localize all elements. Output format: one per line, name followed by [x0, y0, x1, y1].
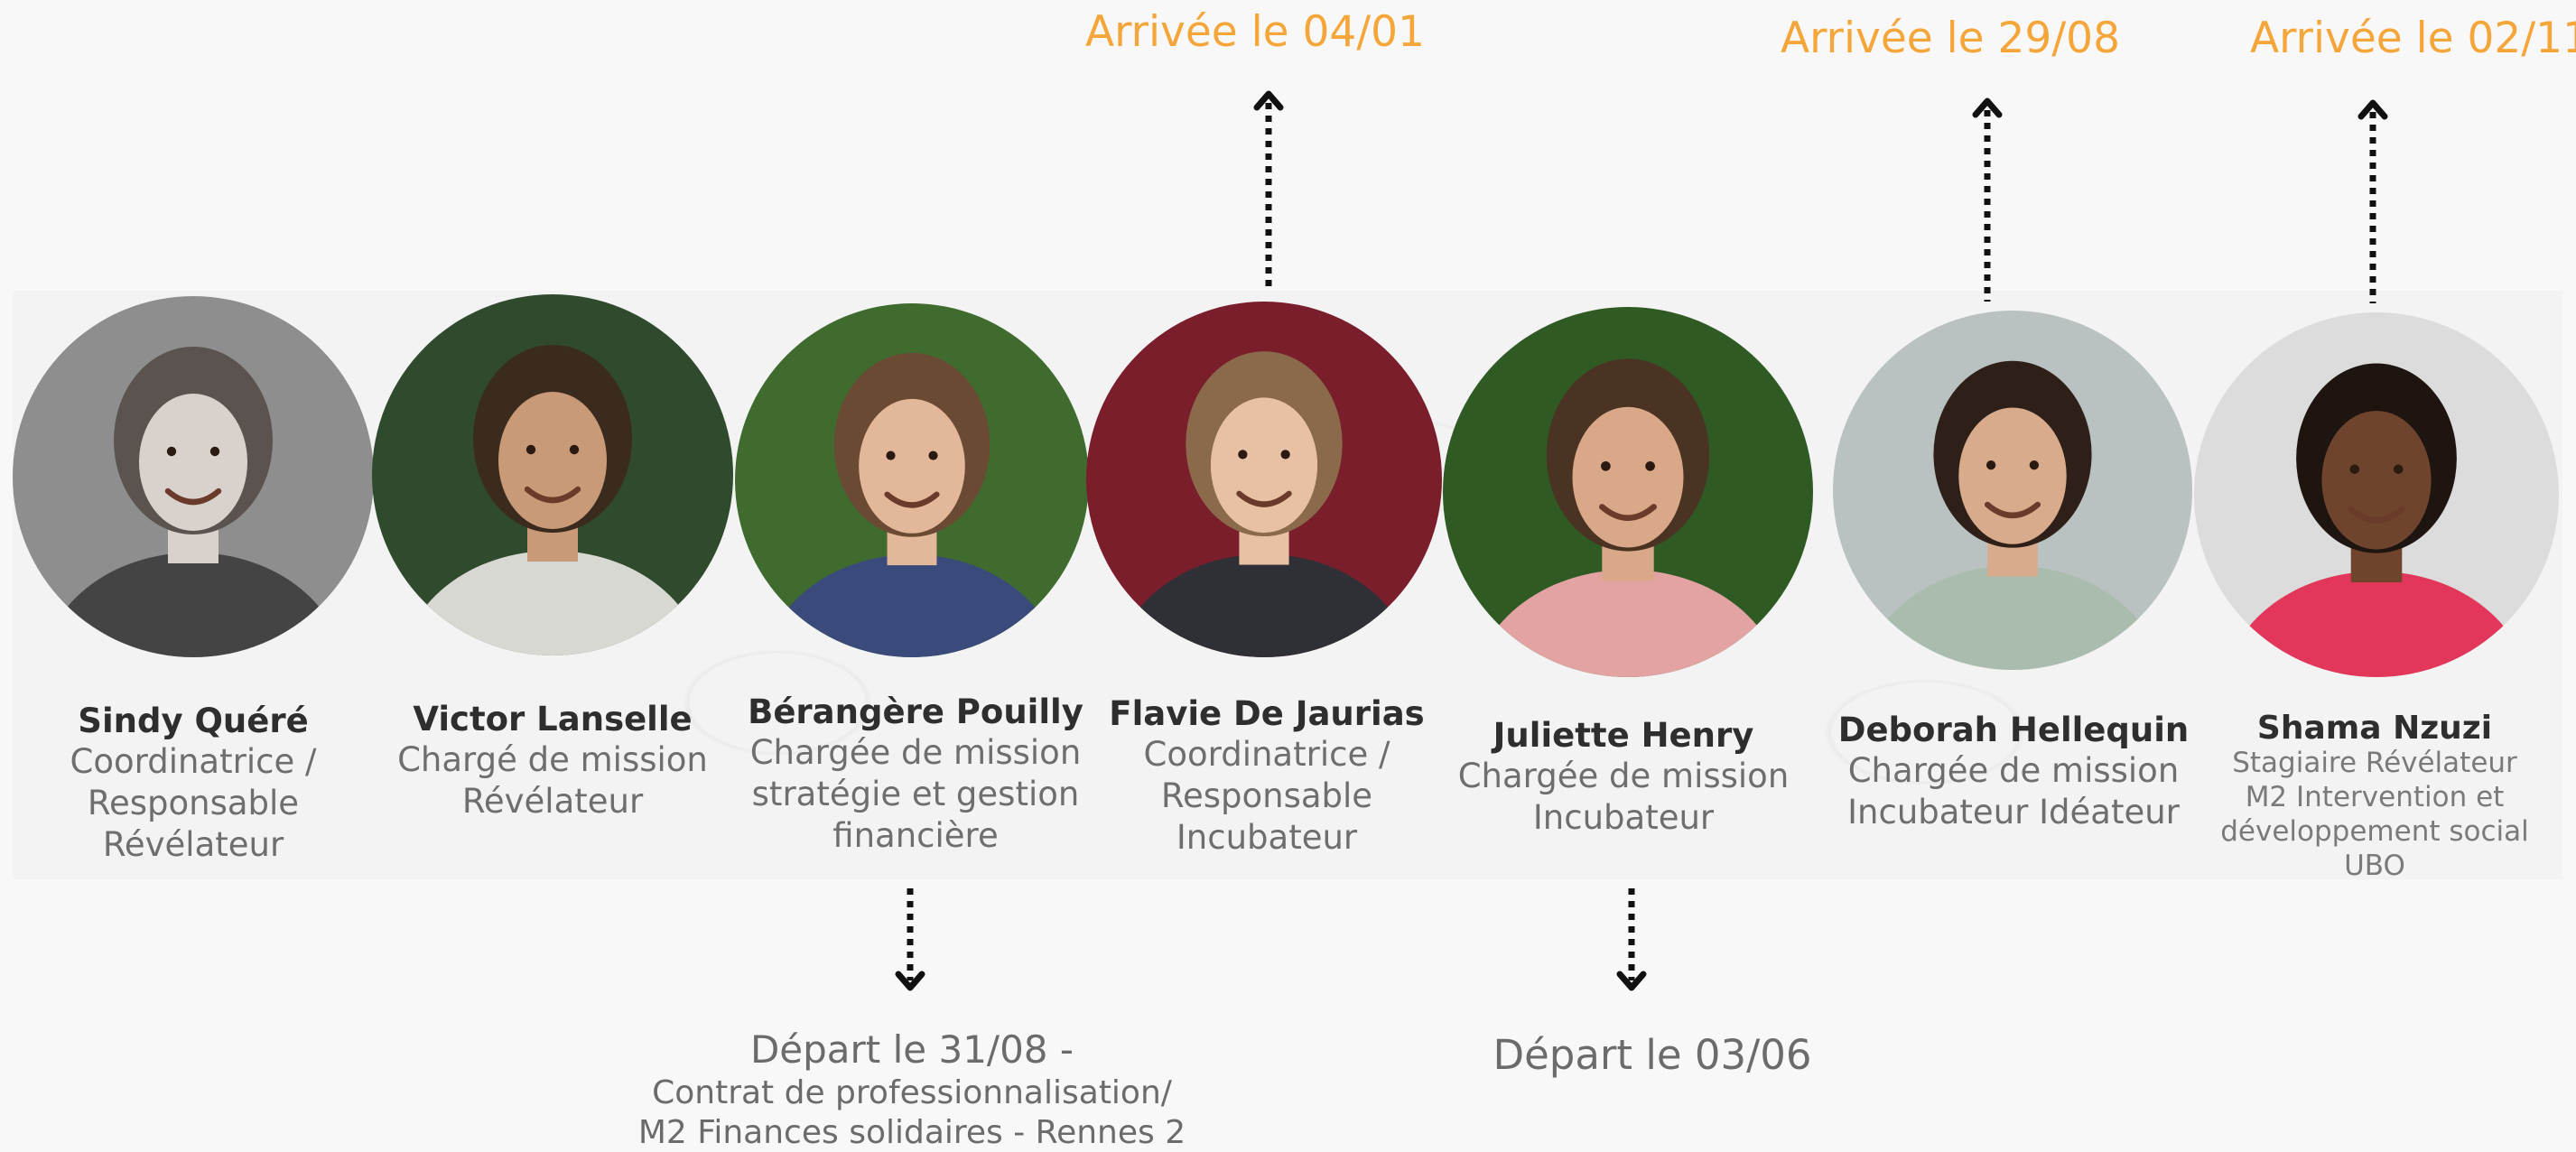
member-role-line: Révélateur — [102, 825, 284, 865]
arrival-arrow-up-icon — [1969, 92, 2005, 302]
departure-arrow-down-icon — [1613, 888, 1650, 997]
portrait-photo — [1443, 307, 1813, 677]
portrait-photo — [1833, 311, 2192, 670]
team-member-sindy: Sindy Quéré Coordinatrice / Responsable … — [13, 296, 374, 866]
arrival-arrow-up-icon — [2355, 94, 2391, 303]
arrival-label-deborah: Arrivée le 29/08 — [1781, 14, 2120, 63]
portrait-illustration — [13, 296, 374, 657]
member-role-line: Coordinatrice / — [70, 741, 317, 781]
portrait-illustration — [1833, 311, 2192, 670]
portrait-illustration — [735, 303, 1089, 657]
team-member-victor: Victor Lanselle Chargé de mission Révéla… — [372, 294, 733, 822]
member-role-line: Incubateur — [1176, 818, 1358, 858]
member-role-line: Chargée de mission — [749, 732, 1082, 772]
team-member-deborah: Deborah Hellequin Chargée de mission Inc… — [1833, 311, 2194, 833]
member-role-line: Chargé de mission — [397, 739, 708, 779]
portrait-photo — [372, 294, 733, 655]
member-role-line: Responsable — [87, 783, 300, 822]
departure-label-juliette: Départ le 03/06 — [1493, 1031, 1812, 1079]
member-name: Bérangère Pouilly — [748, 692, 1083, 731]
departure-label-berangere: Départ le 31/08 - — [749, 1027, 1074, 1072]
arrival-label-shama: Arrivée le 02/11 — [2250, 14, 2576, 63]
team-member-berangere: Bérangère Pouilly Chargée de mission str… — [735, 303, 1096, 857]
portrait-illustration — [1086, 302, 1442, 657]
member-role-line: Chargée de mission — [1847, 750, 2180, 790]
portrait-photo — [2194, 312, 2559, 677]
portrait-photo — [1086, 302, 1442, 657]
member-role-line: Responsable — [1160, 776, 1373, 815]
departure-detail-line: Contrat de professionnalisation/ — [652, 1074, 1172, 1111]
member-name: Deborah Hellequin — [1837, 711, 2190, 749]
member-role-line: stratégie et gestion — [751, 774, 1080, 813]
team-member-shama: Shama Nzuzi Stagiaire Révélateur M2 Inte… — [2194, 312, 2559, 884]
departure-detail-line: M2 Finances solidaires - Rennes 2 — [637, 1114, 1186, 1151]
arrival-label-flavie: Arrivée le 04/01 — [1085, 7, 1425, 57]
member-name: Sindy Quéré — [78, 701, 309, 740]
portrait-illustration — [1443, 307, 1813, 677]
portrait-illustration — [372, 294, 733, 655]
member-role-line: Coordinatrice / — [1143, 734, 1390, 774]
team-member-juliette: Juliette Henry Chargée de mission Incuba… — [1443, 307, 1813, 839]
departure-arrow-down-icon — [892, 888, 928, 997]
member-name: Juliette Henry — [1493, 716, 1754, 755]
member-name: Flavie De Jaurias — [1109, 694, 1425, 733]
member-role-line: Stagiaire Révélateur — [2232, 747, 2517, 780]
portrait-photo — [13, 296, 374, 657]
member-name: Shama Nzuzi — [2256, 710, 2493, 747]
member-role-line: Incubateur Idéateur — [1847, 792, 2180, 831]
member-role-line: développement social — [2220, 815, 2529, 849]
member-role-line: Chargée de mission — [1457, 756, 1790, 795]
member-role-line: financière — [832, 816, 999, 856]
arrival-arrow-up-icon — [1251, 85, 1287, 293]
member-role-line: UBO — [2344, 849, 2405, 882]
portrait-illustration — [2194, 312, 2559, 677]
member-role-line: M2 Intervention et — [2245, 781, 2505, 814]
member-name: Victor Lanselle — [413, 700, 693, 739]
member-role-line: Incubateur — [1532, 797, 1715, 837]
member-role-line: Révélateur — [461, 781, 644, 821]
team-member-flavie: Flavie De Jaurias Coordinatrice / Respon… — [1086, 302, 1447, 859]
portrait-photo — [735, 303, 1089, 657]
